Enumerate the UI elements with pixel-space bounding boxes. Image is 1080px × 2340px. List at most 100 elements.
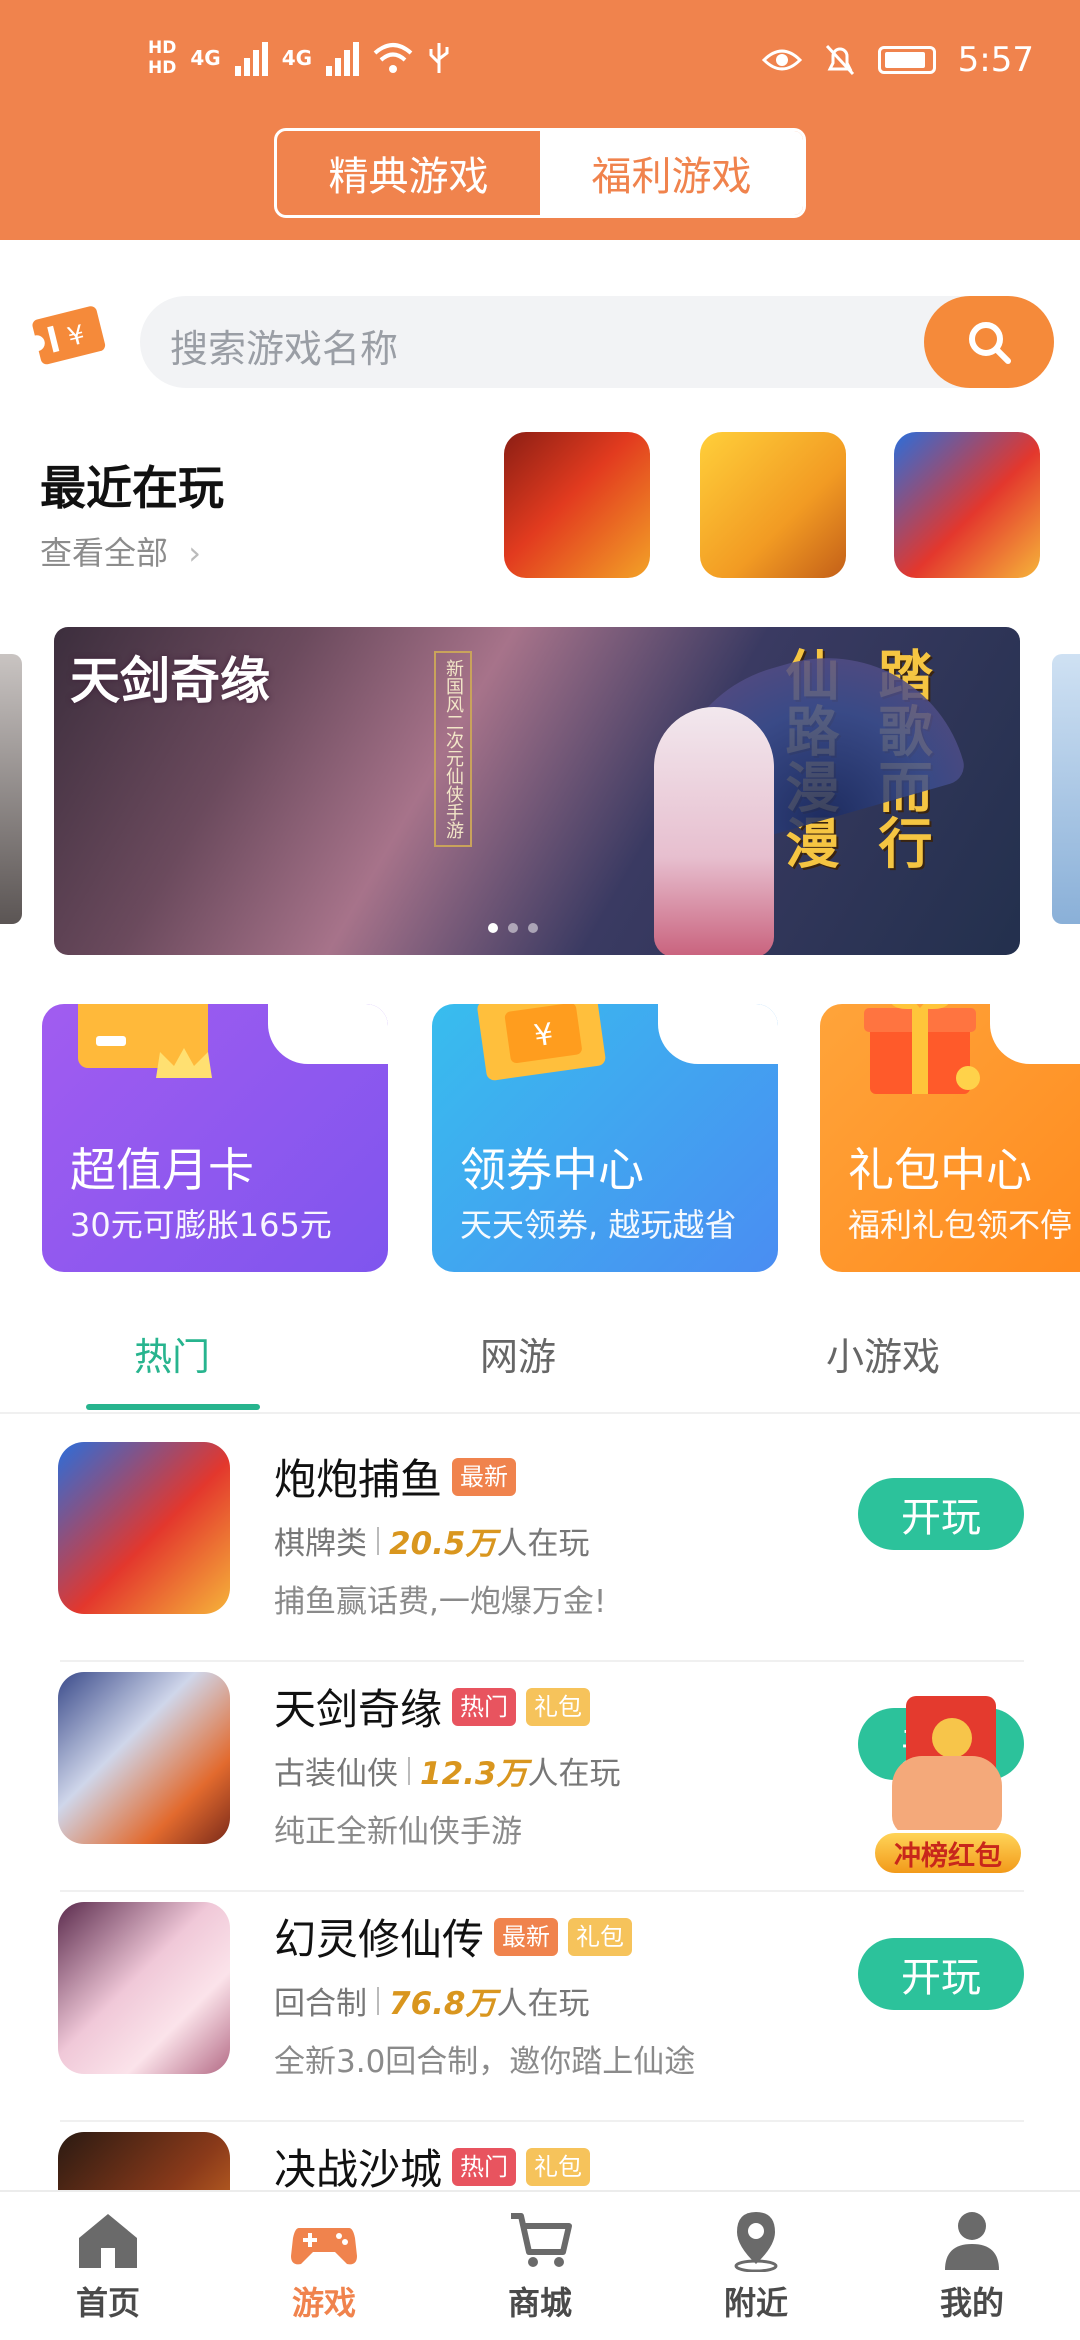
tab-online[interactable]: 网游: [480, 1326, 556, 1381]
game-desc: 捕鱼赢话费,一炮爆万金!: [274, 1584, 607, 1620]
nav-me[interactable]: 我的: [864, 2192, 1080, 2340]
game-meta: 古装仙侠 12.3万人在玩: [274, 1748, 621, 1793]
game-icon[interactable]: [58, 1442, 230, 1614]
recent-game-icon-1[interactable]: [504, 432, 650, 578]
banner-tagline: 新国风二次元仙侠手游: [434, 651, 472, 847]
signal-icon: [326, 40, 360, 76]
game-genre: 回合制: [274, 1986, 367, 2022]
game-meta: 回合制 76.8万人在玩: [274, 1978, 590, 2023]
tab-mini-games[interactable]: 小游戏: [826, 1326, 940, 1381]
play-button[interactable]: 开玩: [858, 1938, 1024, 2010]
divider: [377, 1526, 379, 1555]
red-packet-label: 冲榜红包: [872, 1830, 1024, 1876]
search-button[interactable]: [924, 296, 1054, 388]
nav-nearby[interactable]: 附近: [648, 2192, 864, 2340]
recent-game-icon-3[interactable]: [894, 432, 1040, 578]
nav-mall-label: 商城: [507, 2284, 572, 2322]
hd1-label: HD: [148, 38, 177, 58]
app-header: HD HD 4G 4G 5:57 精典游戏 福利游戏: [0, 0, 1080, 240]
promo-banner[interactable]: 天剑奇缘 踏歌而行 仙路漫漫 新国风二次元仙侠手游: [54, 627, 1020, 955]
red-packet-float[interactable]: 冲榜红包: [872, 1696, 1024, 1882]
player-suffix: 人在玩: [496, 1986, 590, 2022]
game-genre: 棋牌类: [274, 1526, 367, 1562]
game-title-row: 决战沙城 热门 礼包: [274, 2136, 591, 2197]
banner-next-peek[interactable]: [1052, 654, 1080, 924]
gift-center-card[interactable]: 礼包中心 福利礼包领不停: [820, 1004, 1080, 1272]
hand-icon: [892, 1756, 1002, 1836]
badge-gift: 礼包: [526, 2147, 591, 2186]
badge-hot: 热门: [452, 2147, 517, 2186]
user-icon: [945, 2212, 999, 2270]
gift-center-subtitle: 福利礼包领不停: [848, 1206, 1073, 1244]
game-type-switch: 精典游戏 福利游戏: [274, 128, 806, 218]
bottom-nav: 首页 游戏 商城 附近 我的: [0, 2190, 1080, 2340]
nav-home[interactable]: 首页: [0, 2192, 216, 2340]
net2-label: 4G: [281, 46, 313, 70]
divider: [408, 1756, 410, 1785]
game-name: 决战沙城: [274, 2145, 443, 2194]
coin-icon: [932, 1718, 972, 1758]
player-count: 12.3万: [420, 1756, 528, 1792]
cart-icon: [511, 2213, 572, 2267]
status-left: HD HD 4G 4G: [148, 38, 451, 78]
game-desc: 全新3.0回合制，邀你踏上仙途: [274, 2044, 696, 2080]
net1-label: 4G: [190, 46, 221, 70]
game-row[interactable]: 幻灵修仙传 最新 礼包 回合制 76.8万人在玩 全新3.0回合制，邀你踏上仙途…: [0, 1892, 1080, 2122]
tab-welfare-games[interactable]: 福利游戏: [540, 131, 803, 215]
banner-logo: 天剑奇缘: [70, 652, 270, 710]
tab-hot[interactable]: 热门: [134, 1326, 210, 1381]
game-icon[interactable]: [58, 1672, 230, 1844]
signal-icon: [234, 40, 268, 76]
view-all-link[interactable]: 查看全部 ›: [40, 528, 201, 574]
category-tabs: 热门 网游 小游戏: [0, 1300, 1080, 1414]
gamepad-icon: [291, 2228, 357, 2265]
nav-mall[interactable]: 商城: [432, 2192, 648, 2340]
battery-icon: [877, 46, 936, 74]
coupon-icon: ¥: [477, 1004, 606, 1081]
tab-classic-games[interactable]: 精典游戏: [277, 131, 540, 215]
coupon-ticket-icon[interactable]: ¥: [30, 300, 110, 372]
player-count: 20.5万: [389, 1526, 497, 1562]
badge-new: 最新: [494, 1917, 559, 1956]
search-bar[interactable]: 搜索游戏名称: [140, 296, 1054, 388]
nav-games-label: 游戏: [291, 2284, 356, 2322]
banner-prev-peek[interactable]: [0, 654, 22, 924]
usb-icon: [429, 43, 449, 73]
status-right: 5:57: [761, 40, 1034, 80]
hd-indicator: HD HD: [148, 38, 176, 78]
game-icon[interactable]: [58, 1902, 230, 2074]
monthly-card[interactable]: 超值月卡 30元可膨胀165元: [42, 1004, 388, 1272]
recent-game-icon-2[interactable]: [700, 432, 846, 578]
banner-character-art: [654, 707, 774, 955]
nav-games[interactable]: 游戏: [216, 2192, 432, 2340]
player-suffix: 人在玩: [527, 1756, 621, 1792]
gift-box-icon: [864, 1004, 980, 1094]
banner-pager: [488, 923, 538, 933]
coupon-center-title: 领券中心: [460, 1143, 644, 1197]
card-crown-icon: [78, 1004, 212, 1078]
search-input[interactable]: 搜索游戏名称: [170, 318, 398, 373]
game-name: 炮炮捕鱼: [274, 1455, 443, 1504]
badge-new: 最新: [452, 1457, 517, 1496]
coupon-center-subtitle: 天天领券, 越玩越省: [460, 1206, 737, 1244]
coupon-center-card[interactable]: ¥ 领券中心 天天领券, 越玩越省: [432, 1004, 778, 1272]
monthly-card-subtitle: 30元可膨胀165元: [70, 1206, 332, 1244]
play-button[interactable]: 开玩: [858, 1478, 1024, 1550]
mute-bell-icon: [825, 44, 854, 76]
game-title-row: 炮炮捕鱼 最新: [274, 1446, 517, 1507]
clock: 5:57: [957, 40, 1034, 80]
divider: [377, 1986, 379, 2015]
home-icon: [79, 2214, 137, 2268]
hd2-label: HD: [148, 58, 177, 78]
game-name: 幻灵修仙传: [274, 1915, 485, 1964]
player-count: 76.8万: [389, 1986, 497, 2022]
wifi-icon: [373, 43, 413, 73]
recent-title: 最近在玩: [40, 461, 224, 515]
game-desc: 纯正全新仙侠手游: [274, 1814, 522, 1850]
status-bar: HD HD 4G 4G 5:57: [0, 30, 1080, 100]
game-row[interactable]: 炮炮捕鱼 最新 棋牌类 20.5万人在玩 捕鱼赢话费,一炮爆万金! 开玩: [0, 1432, 1080, 1662]
eye-icon: [761, 49, 802, 71]
monthly-card-title: 超值月卡: [70, 1143, 254, 1197]
game-title-row: 幻灵修仙传 最新 礼包: [274, 1906, 633, 1967]
search-icon: [969, 322, 1011, 364]
